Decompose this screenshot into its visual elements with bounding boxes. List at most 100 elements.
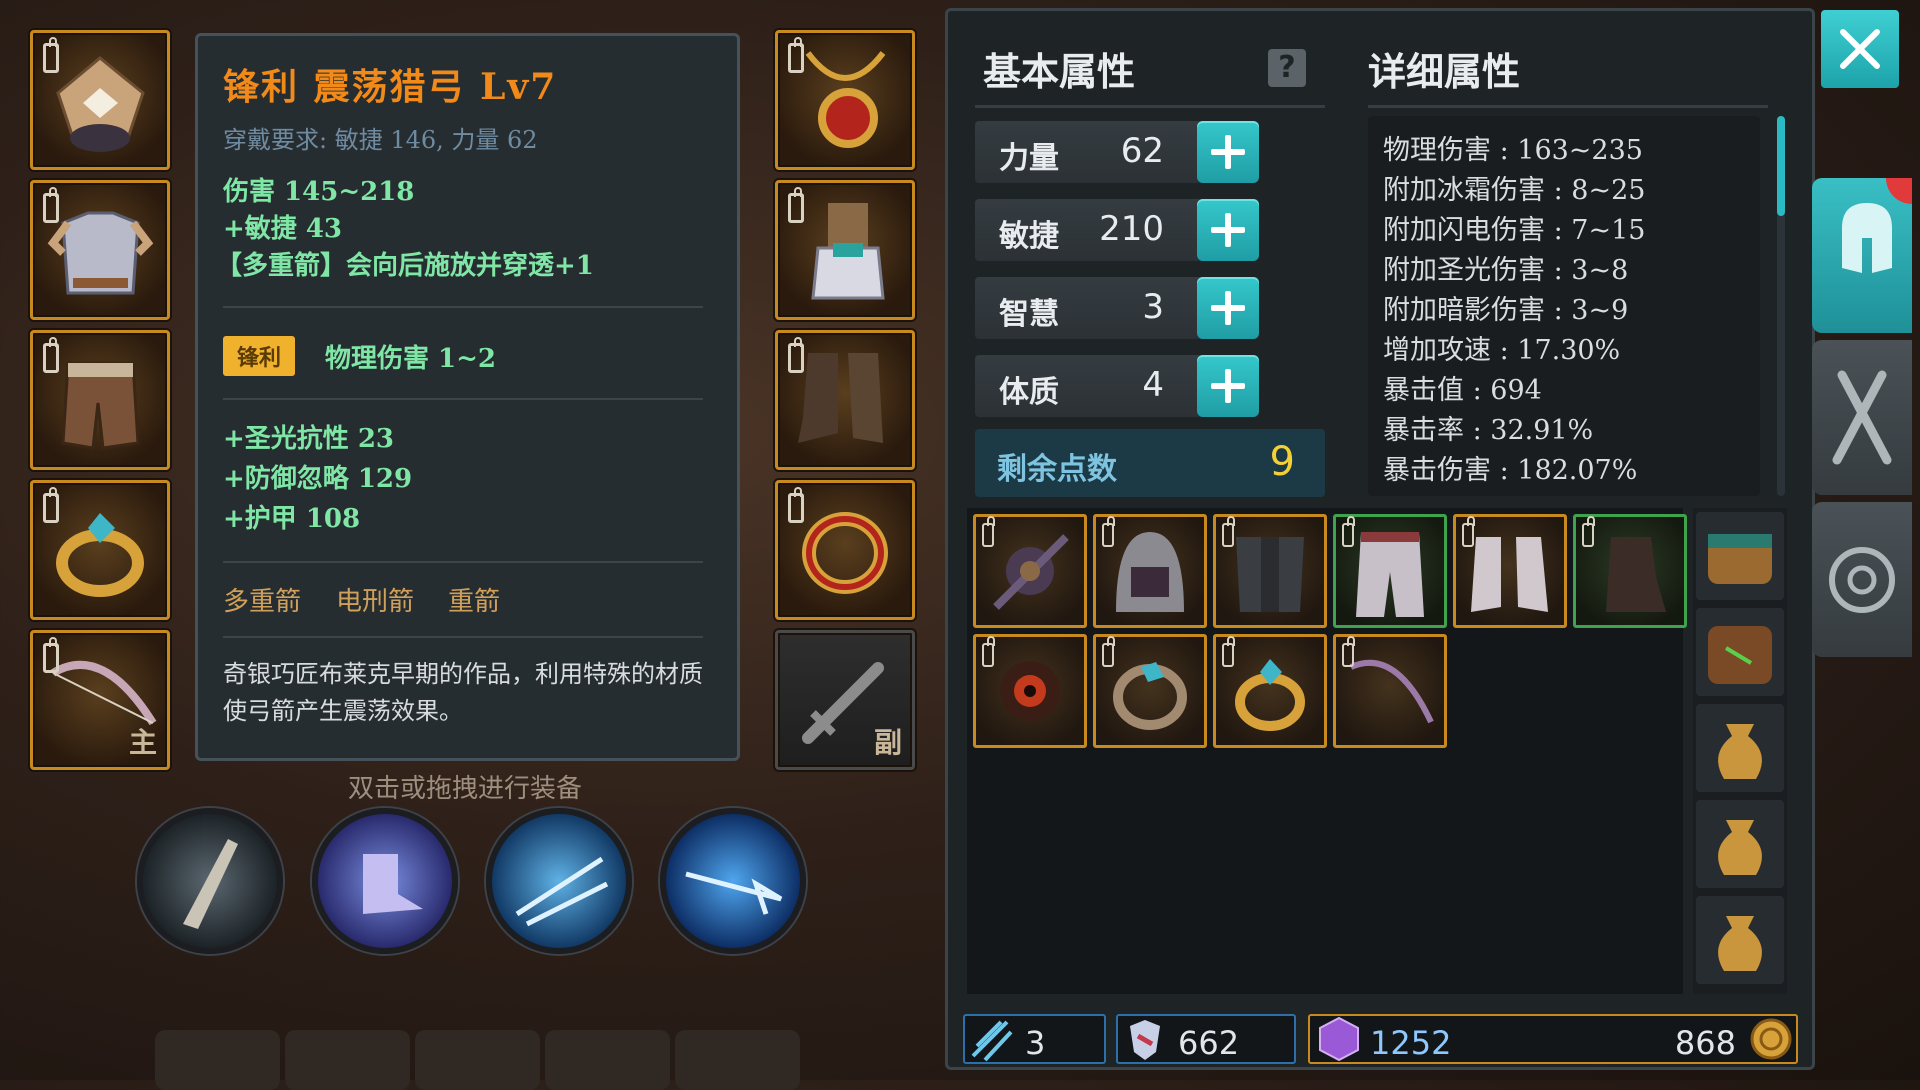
add-constitution-button[interactable] xyxy=(1197,355,1259,417)
lock-icon xyxy=(788,187,804,223)
inventory-slot[interactable] xyxy=(973,514,1087,628)
item-bonus: +圣光抗性 23 xyxy=(223,424,395,454)
arrow-count: 3 xyxy=(1025,1024,1046,1062)
bottom-tab[interactable] xyxy=(675,1030,800,1090)
helmet-icon xyxy=(1842,203,1892,273)
stat-name: 智慧 xyxy=(999,297,1059,332)
bottom-tab[interactable] xyxy=(415,1030,540,1090)
detail-line: 物理伤害 : 163~235 xyxy=(1383,135,1643,166)
stat-value: 3 xyxy=(1142,287,1164,327)
item-bonus: +防御忽略 129 xyxy=(223,464,413,494)
item-skill-bonus: 【多重箭】会向后施放并穿透+1 xyxy=(216,251,594,281)
inventory-slot[interactable] xyxy=(973,634,1087,748)
inventory-slot[interactable] xyxy=(1093,634,1207,748)
inventory-slot[interactable] xyxy=(1213,514,1327,628)
brown-bag-icon[interactable] xyxy=(1696,512,1784,600)
lock-icon xyxy=(788,337,804,373)
inventory-slot[interactable] xyxy=(1573,514,1687,628)
tab-talents[interactable] xyxy=(1812,502,1912,657)
equip-slot-gloves[interactable] xyxy=(775,180,915,320)
equip-slot-boots[interactable] xyxy=(775,330,915,470)
shard-count: 662 xyxy=(1178,1024,1240,1062)
sack-icon[interactable] xyxy=(1696,704,1784,792)
lock-icon xyxy=(43,37,59,73)
inventory-slot[interactable] xyxy=(1093,514,1207,628)
divider xyxy=(223,561,703,563)
equip-slot-ring[interactable] xyxy=(30,480,170,620)
inventory-slot[interactable] xyxy=(1333,634,1447,748)
equip-slot-necklace[interactable] xyxy=(775,30,915,170)
equip-slot-chest[interactable] xyxy=(30,180,170,320)
item-bonus: +护甲 108 xyxy=(223,504,361,534)
basic-attributes-header: 基本属性 xyxy=(983,49,1136,94)
ice-shot-skill-icon[interactable] xyxy=(486,808,632,954)
equip-slot-main-weapon[interactable]: 主 xyxy=(30,630,170,770)
sack-icon[interactable] xyxy=(1696,896,1784,984)
lock-icon xyxy=(43,487,59,523)
shard-currency: 662 xyxy=(1116,1014,1296,1064)
divider xyxy=(223,398,703,400)
lock-icon xyxy=(1582,516,1595,547)
lock-icon xyxy=(43,187,59,223)
lock-icon xyxy=(982,636,995,667)
affix-badge: 锋利 xyxy=(223,336,296,376)
bottom-tab[interactable] xyxy=(285,1030,410,1090)
divider xyxy=(223,636,703,638)
item-description: 奇银巧匠布莱克早期的作品，利用特殊的材质使弓箭产生震荡效果。 xyxy=(223,660,703,725)
item-title: 锋利 震荡猎弓 Lv7 xyxy=(223,66,558,108)
lock-icon xyxy=(1342,636,1355,667)
off-hand-tag: 副 xyxy=(873,726,902,759)
detail-line: 附加圣光伤害 : 3~8 xyxy=(1383,255,1629,286)
detail-line: 增加攻速 : 17.30% xyxy=(1383,335,1621,366)
item-tooltip: 锋利 震荡猎弓 Lv7 穿戴要求: 敏捷 146, 力量 62 伤害 145~2… xyxy=(195,33,740,761)
inventory-slot[interactable] xyxy=(1213,634,1327,748)
detail-attributes-list[interactable]: 物理伤害 : 163~235 附加冰霜伤害 : 8~25 附加闪电伤害 : 7~… xyxy=(1368,116,1760,496)
gem-gold-currency: 1252 868 xyxy=(1308,1014,1798,1064)
help-icon[interactable]: ? xyxy=(1268,49,1306,87)
lightning-arrow-skill-icon[interactable] xyxy=(660,808,806,954)
item-skill: 多重箭 xyxy=(223,587,302,617)
item-damage: 伤害 145~218 xyxy=(223,177,415,207)
lock-icon xyxy=(788,487,804,523)
add-agility-button[interactable] xyxy=(1197,199,1259,261)
crossed-weapons-icon xyxy=(1832,370,1892,465)
detail-line: 暴击伤害 : 182.07% xyxy=(1383,455,1638,486)
detail-scrollbar[interactable] xyxy=(1777,116,1785,496)
detail-line: 暴击值 : 694 xyxy=(1383,375,1542,406)
tab-equipment[interactable] xyxy=(1812,178,1912,333)
arrow-skill-icon[interactable] xyxy=(137,808,283,954)
add-wisdom-button[interactable] xyxy=(1197,277,1259,339)
equip-slot-ring-2[interactable] xyxy=(775,480,915,620)
dash-boot-skill-icon[interactable] xyxy=(312,808,458,954)
inventory-slot[interactable] xyxy=(1453,514,1567,628)
equip-slot-legs[interactable] xyxy=(30,330,170,470)
lock-icon xyxy=(1222,636,1235,667)
remaining-points-label: 剩余点数 xyxy=(997,452,1117,487)
arrows-icon xyxy=(971,1020,1013,1062)
detail-line: 附加暗影伤害 : 3~9 xyxy=(1383,295,1629,326)
close-button[interactable] xyxy=(1821,10,1899,88)
equip-slot-offhand[interactable]: 副 xyxy=(775,630,915,770)
sack-icon[interactable] xyxy=(1696,800,1784,888)
lock-icon xyxy=(1102,636,1115,667)
stat-value: 4 xyxy=(1142,365,1164,405)
inventory-slot[interactable] xyxy=(1333,514,1447,628)
scrollbar-thumb[interactable] xyxy=(1777,116,1785,216)
equip-hint: 双击或拖拽进行装备 xyxy=(347,774,582,804)
stat-row-constitution: 体质 4 xyxy=(975,355,1259,417)
lock-icon xyxy=(43,637,59,673)
add-strength-button[interactable] xyxy=(1197,121,1259,183)
bottom-tab[interactable] xyxy=(155,1030,280,1090)
remaining-points-value: 9 xyxy=(1269,439,1295,485)
stat-row-agility: 敏捷 210 xyxy=(975,199,1259,261)
green-bag-icon[interactable] xyxy=(1696,608,1784,696)
detail-attributes-header: 详细属性 xyxy=(1368,49,1521,94)
gem-count: 1252 xyxy=(1370,1024,1452,1062)
bottom-tab[interactable] xyxy=(545,1030,670,1090)
lock-icon xyxy=(1222,516,1235,547)
stat-row-wisdom: 智慧 3 xyxy=(975,277,1259,339)
equip-slot-helmet[interactable] xyxy=(30,30,170,170)
tab-skills[interactable] xyxy=(1812,340,1912,495)
shard-icon xyxy=(1130,1020,1160,1060)
attribute-panel: 基本属性 ? 详细属性 力量 62 敏捷 210 智慧 3 体质 4 剩余点数 … xyxy=(945,8,1815,1070)
